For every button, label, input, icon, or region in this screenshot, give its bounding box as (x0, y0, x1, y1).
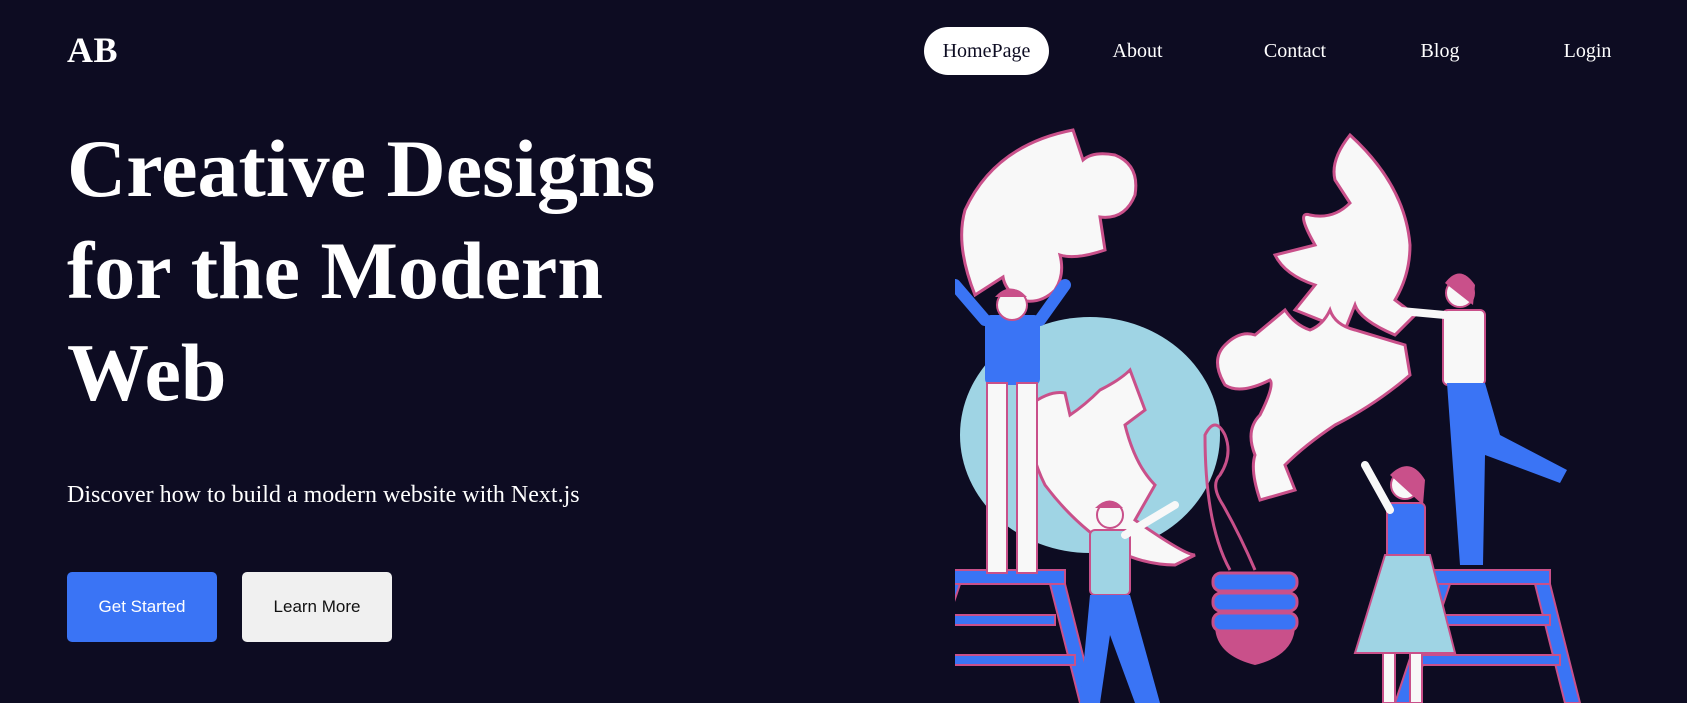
nav-item-blog[interactable]: Blog (1410, 27, 1470, 75)
hero-title-line-2: for the Modern (67, 225, 603, 316)
disc-stack-shape (1211, 571, 1299, 665)
left-ladder-shape (955, 569, 1097, 703)
hero-title-line-1: Creative Designs (67, 123, 656, 214)
nav-item-about[interactable]: About (1100, 27, 1175, 75)
hero-subtitle: Discover how to build a modern website w… (67, 482, 580, 508)
puzzle-piece-middle-right (1216, 305, 1412, 502)
puzzle-piece-top-left (960, 128, 1138, 303)
puzzle-piece-top-right (1272, 132, 1418, 337)
get-started-button[interactable]: Get Started (67, 572, 217, 642)
hero-title: Creative Designs for the Modern Web (67, 118, 827, 424)
hero-title-line-3: Web (67, 327, 227, 418)
nav-item-homepage[interactable]: HomePage (924, 27, 1049, 75)
nav-item-login[interactable]: Login (1555, 27, 1620, 75)
nav-item-contact[interactable]: Contact (1250, 27, 1340, 75)
main-nav: HomePage About Contact Blog Login (0, 27, 1687, 75)
learn-more-button[interactable]: Learn More (242, 572, 392, 642)
team-puzzle-illustration (955, 128, 1582, 703)
